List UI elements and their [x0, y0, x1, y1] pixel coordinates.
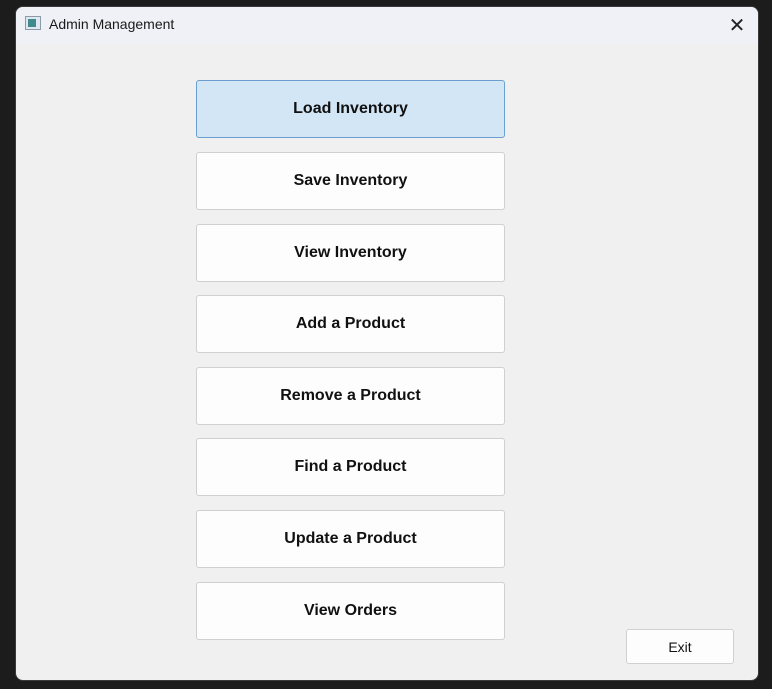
- save-inventory-button[interactable]: Save Inventory: [196, 152, 505, 210]
- admin-management-window: Admin Management ✕ Load Inventory Save I…: [15, 6, 759, 681]
- view-orders-button[interactable]: View Orders: [196, 582, 505, 640]
- close-icon[interactable]: ✕: [716, 7, 758, 43]
- app-icon: [25, 16, 41, 30]
- update-product-button[interactable]: Update a Product: [196, 510, 505, 568]
- exit-button[interactable]: Exit: [626, 629, 734, 664]
- view-inventory-button[interactable]: View Inventory: [196, 224, 505, 282]
- window-title: Admin Management: [49, 16, 175, 32]
- remove-product-button[interactable]: Remove a Product: [196, 367, 505, 425]
- title-bar[interactable]: Admin Management ✕: [16, 7, 758, 43]
- load-inventory-button[interactable]: Load Inventory: [196, 80, 505, 138]
- find-product-button[interactable]: Find a Product: [196, 438, 505, 496]
- add-product-button[interactable]: Add a Product: [196, 295, 505, 353]
